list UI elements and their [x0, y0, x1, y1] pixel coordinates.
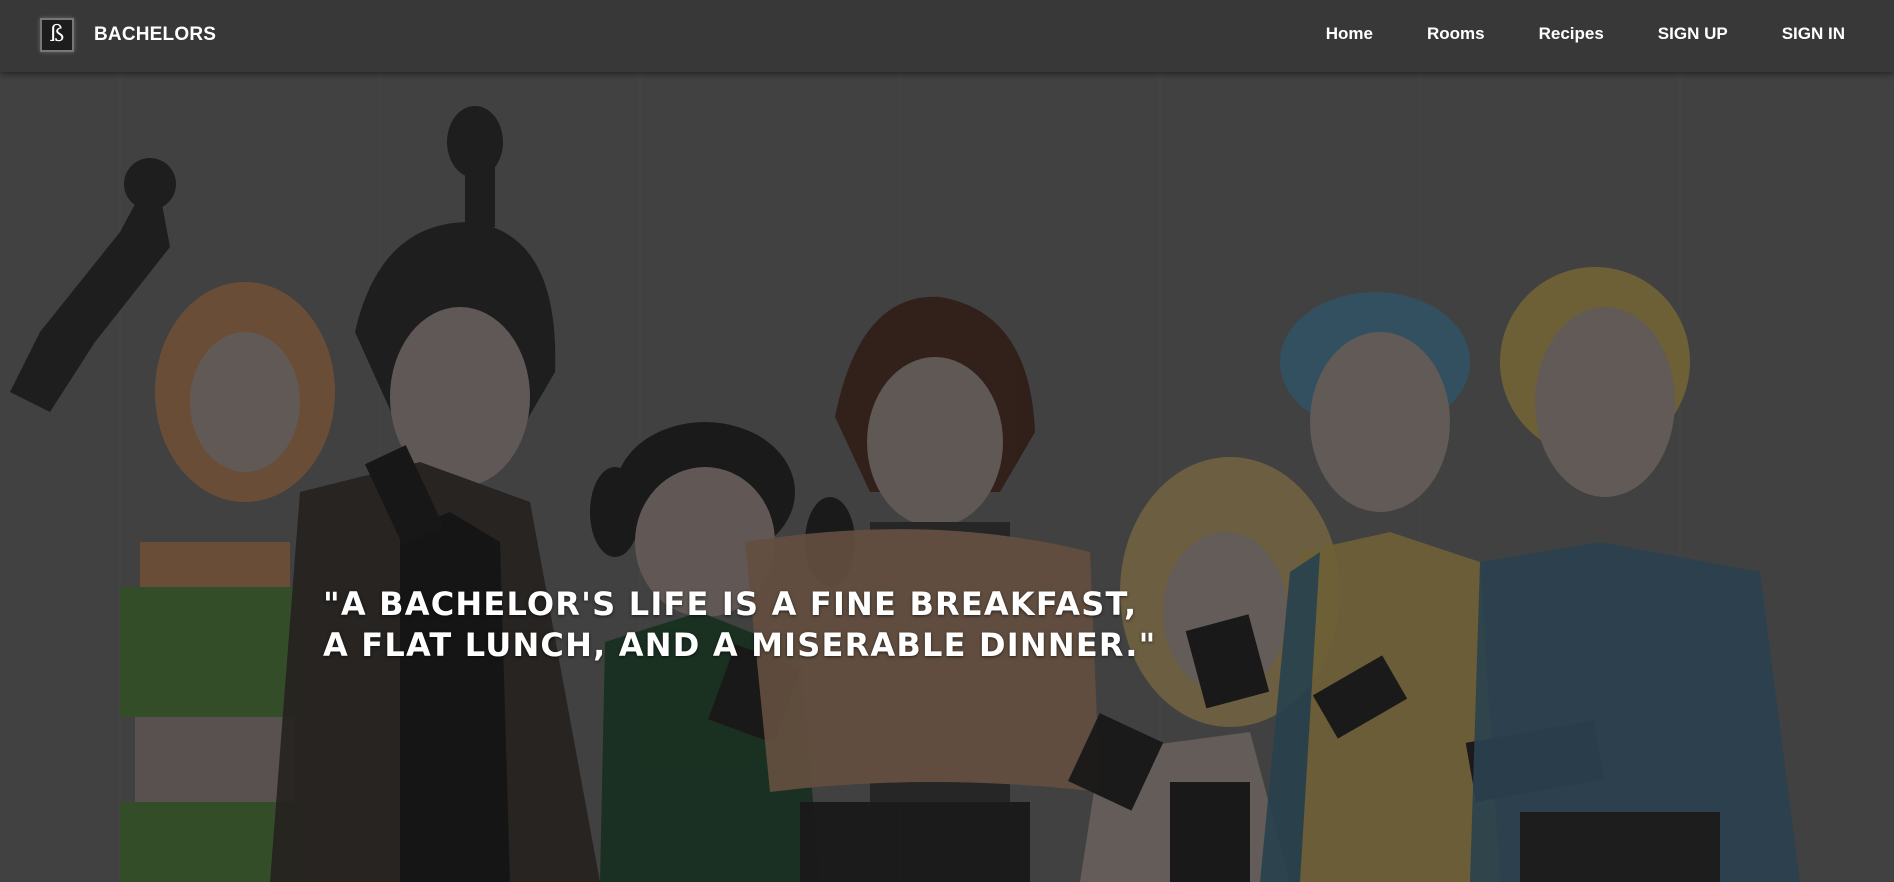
hero-banner: "A BACHELOR'S LIFE IS A FINE BREAKFAST, … [0, 72, 1894, 882]
nav-link-sign-up[interactable]: SIGN UP [1658, 24, 1728, 44]
hero-overlay [0, 72, 1894, 882]
brand-logo-icon[interactable]: ß [40, 18, 74, 52]
hero-quote-line-2: A FLAT LUNCH, AND A MISERABLE DINNER." [323, 626, 1157, 664]
hero-quote: "A BACHELOR'S LIFE IS A FINE BREAKFAST, … [323, 584, 1157, 666]
top-navbar: ß BACHELORS Home Rooms Recipes SIGN UP S… [0, 0, 1894, 72]
nav-link-home[interactable]: Home [1326, 24, 1373, 44]
brand[interactable]: ß BACHELORS [40, 16, 216, 54]
nav-link-rooms[interactable]: Rooms [1427, 24, 1485, 44]
brand-name[interactable]: BACHELORS [94, 24, 216, 46]
nav-link-sign-in[interactable]: SIGN IN [1782, 24, 1845, 44]
nav-menu: Home Rooms Recipes SIGN UP SIGN IN [1272, 0, 1845, 68]
hero-quote-line-1: "A BACHELOR'S LIFE IS A FINE BREAKFAST, [323, 585, 1138, 623]
nav-link-recipes[interactable]: Recipes [1539, 24, 1604, 44]
